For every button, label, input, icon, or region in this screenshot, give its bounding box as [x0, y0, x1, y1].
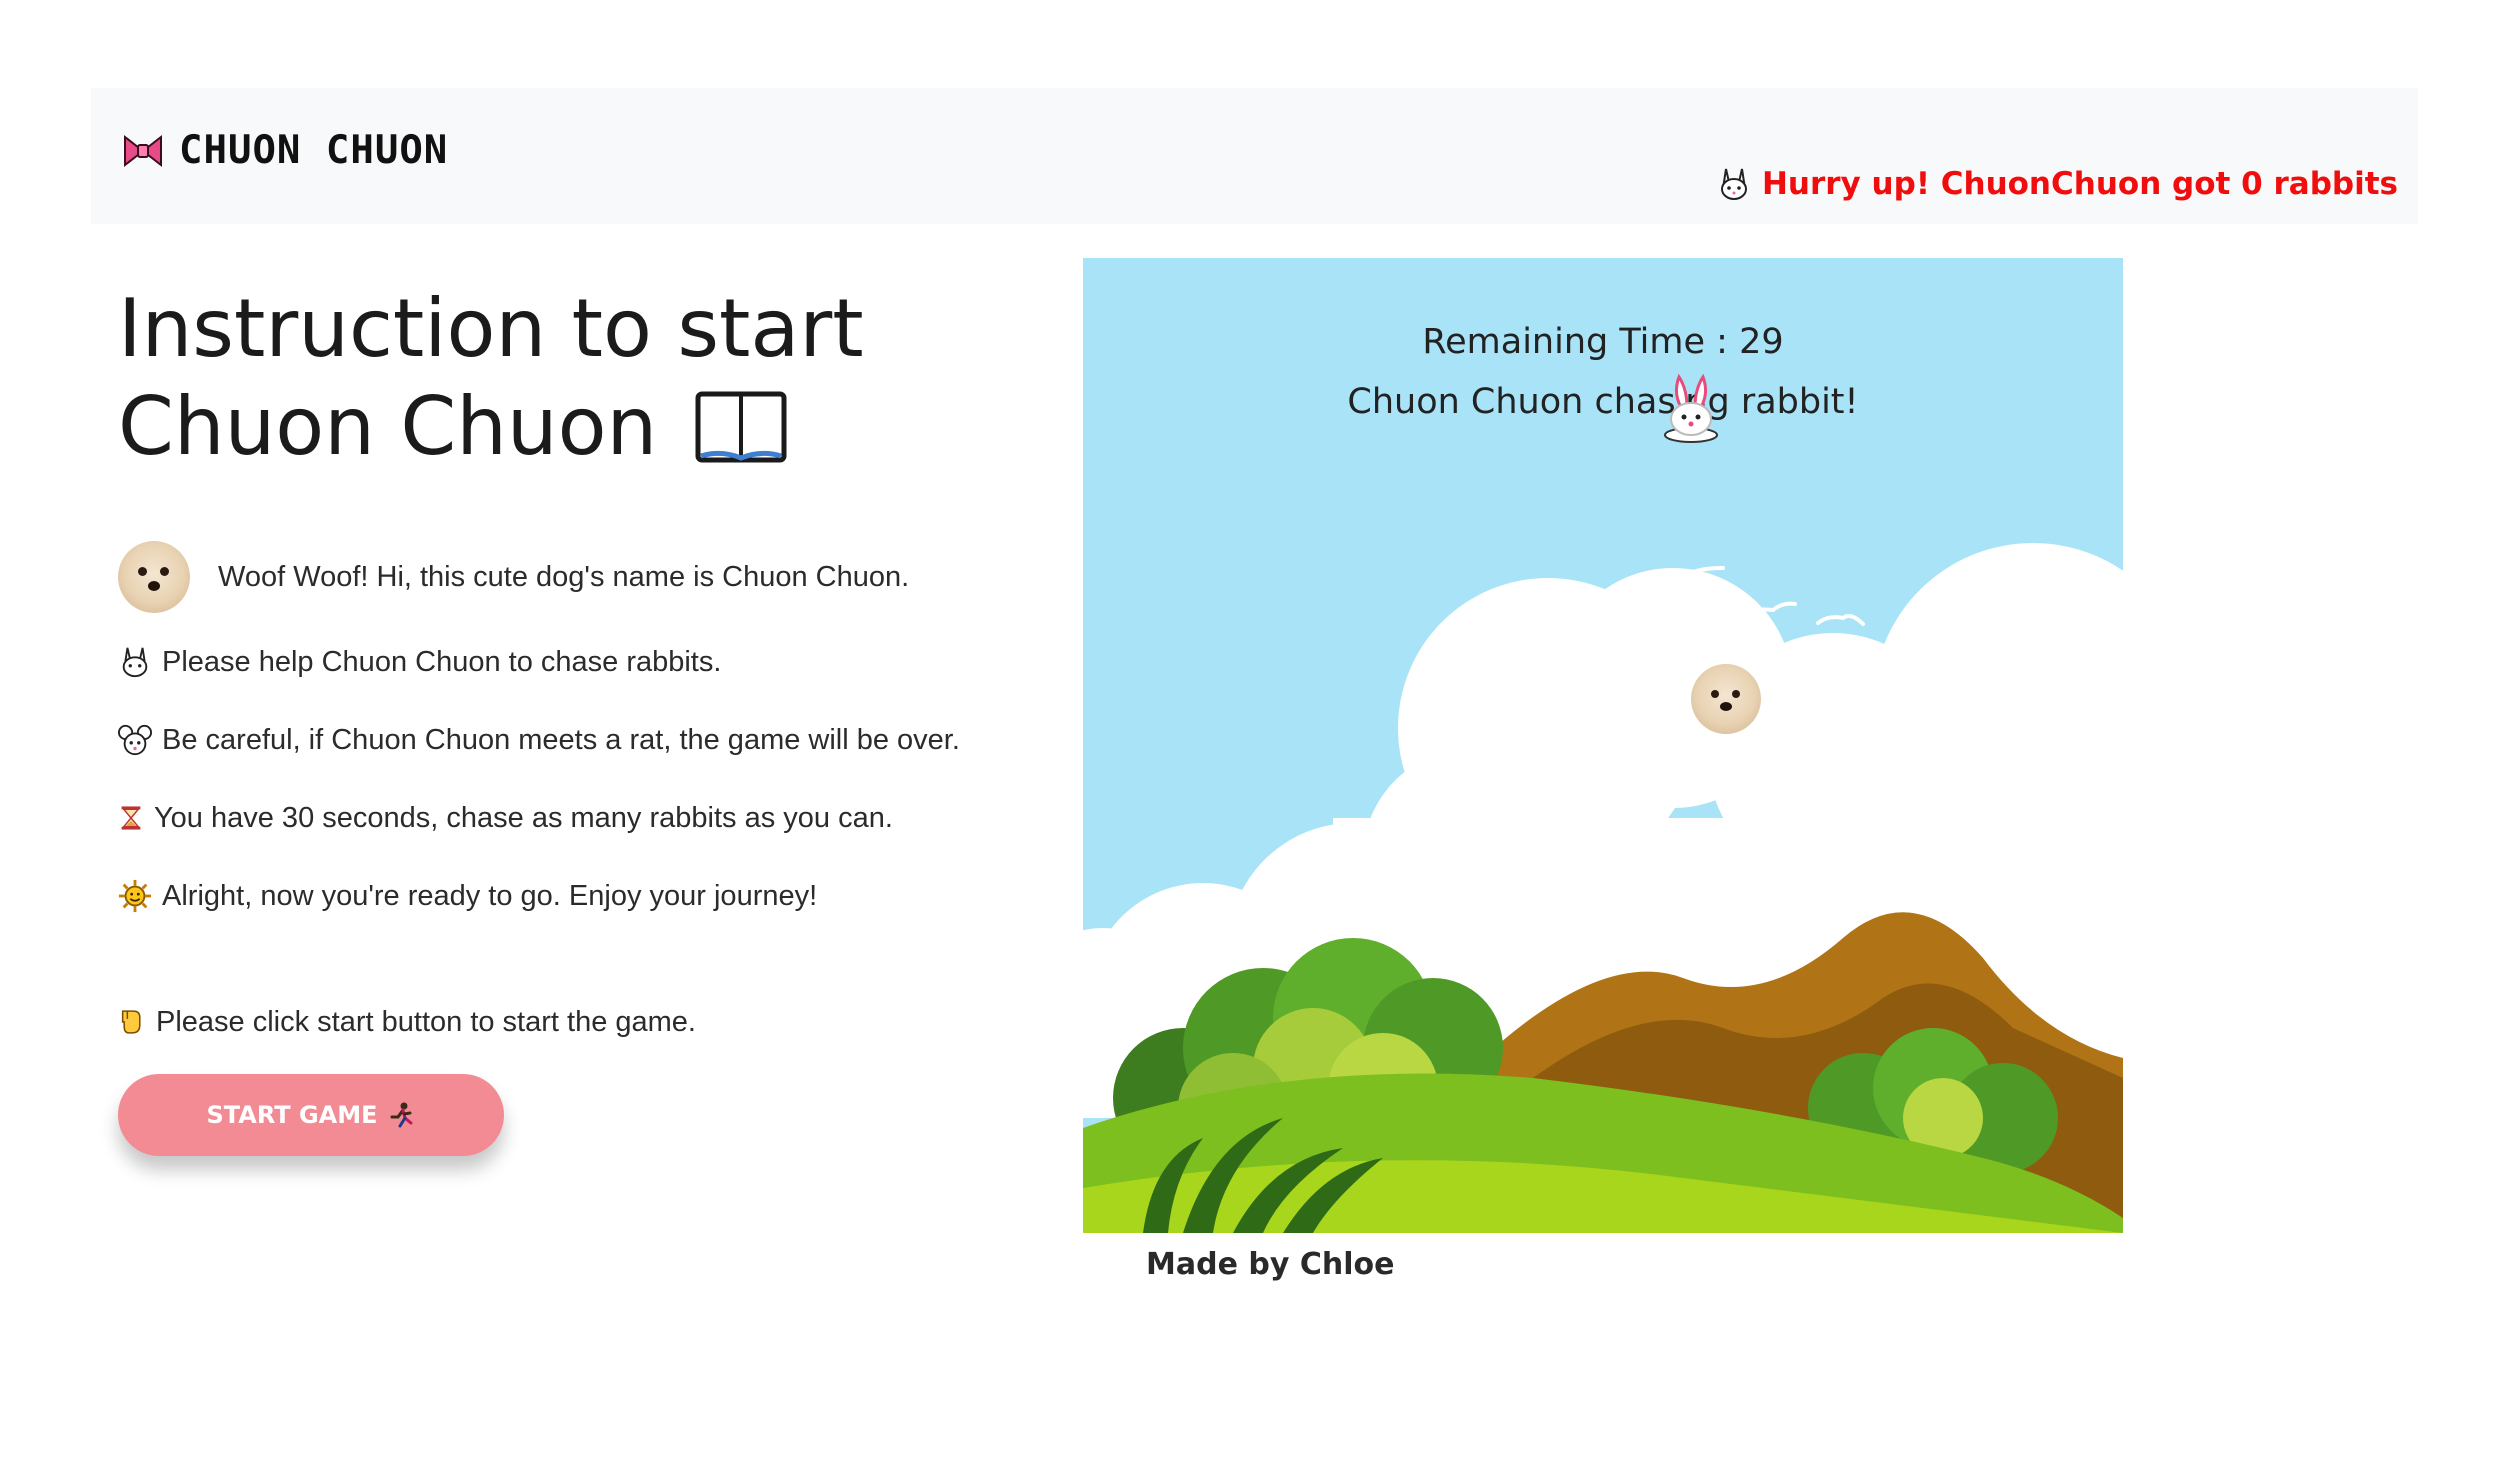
remaining-time: Remaining Time : 29	[1422, 322, 1784, 362]
instruction-item-rat: Be careful, if Chuon Chuon meets a rat, …	[118, 723, 960, 757]
page: CHUON CHUON Hurry up! ChuonChuon got 0 r…	[0, 0, 2508, 1473]
pointing-down-icon	[121, 1010, 141, 1034]
mouse-face-icon	[118, 724, 152, 756]
game-canvas[interactable]: Remaining Time : 29 Chuon Chuon chasing …	[1083, 258, 2123, 1233]
start-game-label: START GAME	[206, 1101, 378, 1129]
footer-credit: Made by Chloe	[1146, 1247, 1395, 1282]
dog-avatar	[118, 541, 190, 613]
instructions-panel: Instruction to start Chuon Chuon Woof Wo…	[118, 270, 1038, 1156]
rabbit-face-icon	[1720, 168, 1747, 200]
rabbit-face-icon	[122, 647, 148, 678]
page-title-line2: Chuon Chuon	[118, 380, 658, 473]
rabbit-count-status: Hurry up! ChuonChuon got 0 rabbits	[1716, 166, 2398, 202]
start-game-button[interactable]: START GAME	[118, 1074, 504, 1156]
open-book-icon	[695, 391, 787, 463]
instruction-item-rabbits: Please help Chuon Chuon to chase rabbits…	[118, 645, 721, 679]
header-bar: CHUON CHUON Hurry up! ChuonChuon got 0 r…	[91, 88, 2418, 224]
running-icon	[390, 1102, 413, 1128]
instruction-item-ready: Alright, now you're ready to go. Enjoy y…	[118, 879, 817, 913]
instruction-item-time: You have 30 seconds, chase as many rabbi…	[118, 801, 893, 835]
brand-title: CHUON CHUON	[179, 128, 449, 173]
instruction-text: Please help Chuon Chuon to chase rabbits…	[162, 645, 722, 678]
bow-icon	[124, 134, 162, 167]
hourglass-icon	[121, 806, 141, 830]
sun-icon	[118, 879, 152, 913]
rabbit-target[interactable]	[1659, 373, 1723, 443]
instruction-text: Be careful, if Chuon Chuon meets a rat, …	[162, 723, 960, 756]
instruction-text: You have 30 seconds, chase as many rabbi…	[154, 801, 893, 834]
page-title-line1: Instruction to start	[118, 282, 864, 375]
page-title: Instruction to start Chuon Chuon	[118, 280, 1038, 476]
instruction-text: Alright, now you're ready to go. Enjoy y…	[162, 879, 818, 912]
dog-player[interactable]	[1691, 664, 1761, 734]
click-hint: Please click start button to start the g…	[118, 1005, 696, 1039]
instruction-text: Woof Woof! Hi, this cute dog's name is C…	[218, 560, 910, 593]
instruction-item-intro: Woof Woof! Hi, this cute dog's name is C…	[118, 541, 909, 613]
status-text: Hurry up! ChuonChuon got 0 rabbits	[1761, 166, 2398, 202]
brand[interactable]: CHUON CHUON	[121, 128, 448, 173]
game-subtitle: Chuon Chuon chasing rabbit!	[1347, 382, 1859, 422]
click-hint-text: Please click start button to start the g…	[156, 1005, 696, 1038]
